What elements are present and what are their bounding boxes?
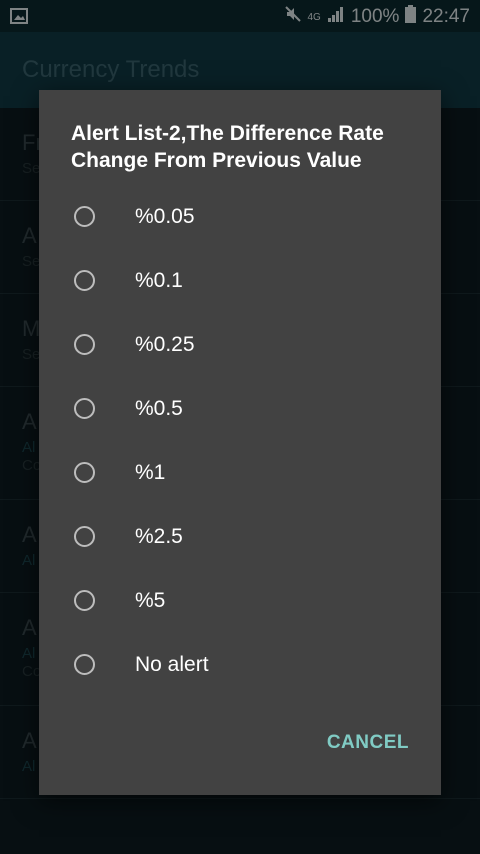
radio-option[interactable]: %0.05 <box>39 186 441 250</box>
radio-button[interactable] <box>74 654 95 675</box>
radio-option-label: %0.25 <box>135 333 195 356</box>
radio-button[interactable] <box>74 206 95 227</box>
radio-option[interactable]: %0.5 <box>39 378 441 442</box>
radio-option[interactable]: No alert <box>39 634 441 698</box>
radio-button[interactable] <box>74 526 95 547</box>
radio-button[interactable] <box>74 398 95 419</box>
radio-option-label: %0.5 <box>135 397 183 420</box>
radio-options: %0.05 %0.1 %0.25 %0.5 %1 %2.5 %5 No aler… <box>39 186 441 698</box>
radio-button[interactable] <box>74 270 95 291</box>
radio-option[interactable]: %2.5 <box>39 506 441 570</box>
radio-option-label: %1 <box>135 461 166 484</box>
radio-button[interactable] <box>74 334 95 355</box>
radio-option-label: %0.1 <box>135 269 183 292</box>
radio-option[interactable]: %1 <box>39 442 441 506</box>
radio-option[interactable]: %0.1 <box>39 250 441 314</box>
radio-option-label: %0.05 <box>135 205 195 228</box>
radio-option-label: No alert <box>135 653 209 676</box>
dialog-title: Alert List-2,The Difference Rate Change … <box>71 122 384 172</box>
radio-button[interactable] <box>74 590 95 611</box>
radio-option-label: %2.5 <box>135 525 183 548</box>
alert-list-dialog: Alert List-2,The Difference Rate Change … <box>39 90 441 795</box>
cancel-button[interactable]: CANCEL <box>327 732 409 754</box>
radio-option-label: %5 <box>135 589 166 612</box>
radio-option[interactable]: %5 <box>39 570 441 634</box>
radio-option[interactable]: %0.25 <box>39 314 441 378</box>
radio-button[interactable] <box>74 462 95 483</box>
